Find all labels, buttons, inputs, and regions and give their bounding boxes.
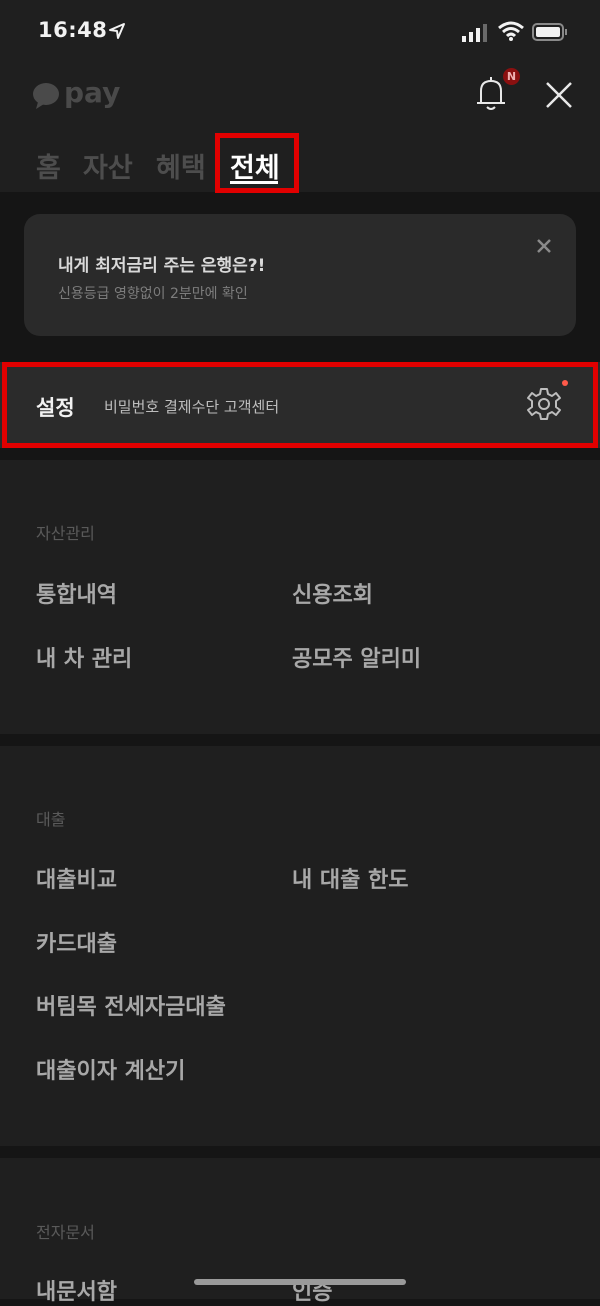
settings-highlight-box bbox=[2, 362, 598, 448]
tab-highlight-box bbox=[215, 133, 299, 193]
home-indicator[interactable] bbox=[194, 1279, 406, 1285]
menu-item-loan-compare[interactable]: 대출비교 bbox=[36, 862, 117, 894]
status-time: 16:48 bbox=[38, 18, 108, 42]
location-arrow-icon bbox=[109, 23, 125, 39]
close-icon[interactable] bbox=[544, 80, 574, 110]
menu-item-ipo-alert[interactable]: 공모주 알리미 bbox=[292, 641, 421, 673]
menu-item-credit-check[interactable]: 신용조회 bbox=[292, 577, 373, 609]
menu-item-card-loan[interactable]: 카드대출 bbox=[36, 926, 117, 958]
wifi-icon bbox=[498, 21, 524, 41]
bell-icon[interactable] bbox=[474, 76, 508, 112]
section-title: 대출 bbox=[36, 810, 66, 829]
banner-subtitle: 신용등급 영향없이 2분만에 확인 bbox=[58, 286, 248, 302]
signal-icon bbox=[462, 24, 487, 42]
battery-icon bbox=[532, 23, 567, 41]
banner-title: 내게 최저금리 주는 은행은?! bbox=[58, 256, 266, 276]
menu-item-interest-calculator[interactable]: 대출이자 계산기 bbox=[36, 1053, 185, 1085]
tab-benefits[interactable]: 혜택 bbox=[156, 146, 206, 185]
pay-logo: pay bbox=[64, 76, 121, 109]
notification-badge: N bbox=[503, 68, 520, 85]
section-title: 전자문서 bbox=[36, 1223, 95, 1242]
tab-assets[interactable]: 자산 bbox=[83, 146, 133, 185]
menu-item-my-car[interactable]: 내 차 관리 bbox=[36, 641, 132, 673]
tab-home[interactable]: 홈 bbox=[36, 146, 61, 185]
banner-close-icon[interactable] bbox=[536, 238, 552, 254]
menu-item-jeonse-loan[interactable]: 버팀목 전세자금대출 bbox=[36, 989, 226, 1021]
menu-item-loan-limit[interactable]: 내 대출 한도 bbox=[292, 862, 409, 894]
menu-item-integrated-history[interactable]: 통합내역 bbox=[36, 577, 117, 609]
section-title: 자산관리 bbox=[36, 524, 95, 543]
menu-item-document-inbox[interactable]: 내문서함 bbox=[36, 1274, 117, 1306]
